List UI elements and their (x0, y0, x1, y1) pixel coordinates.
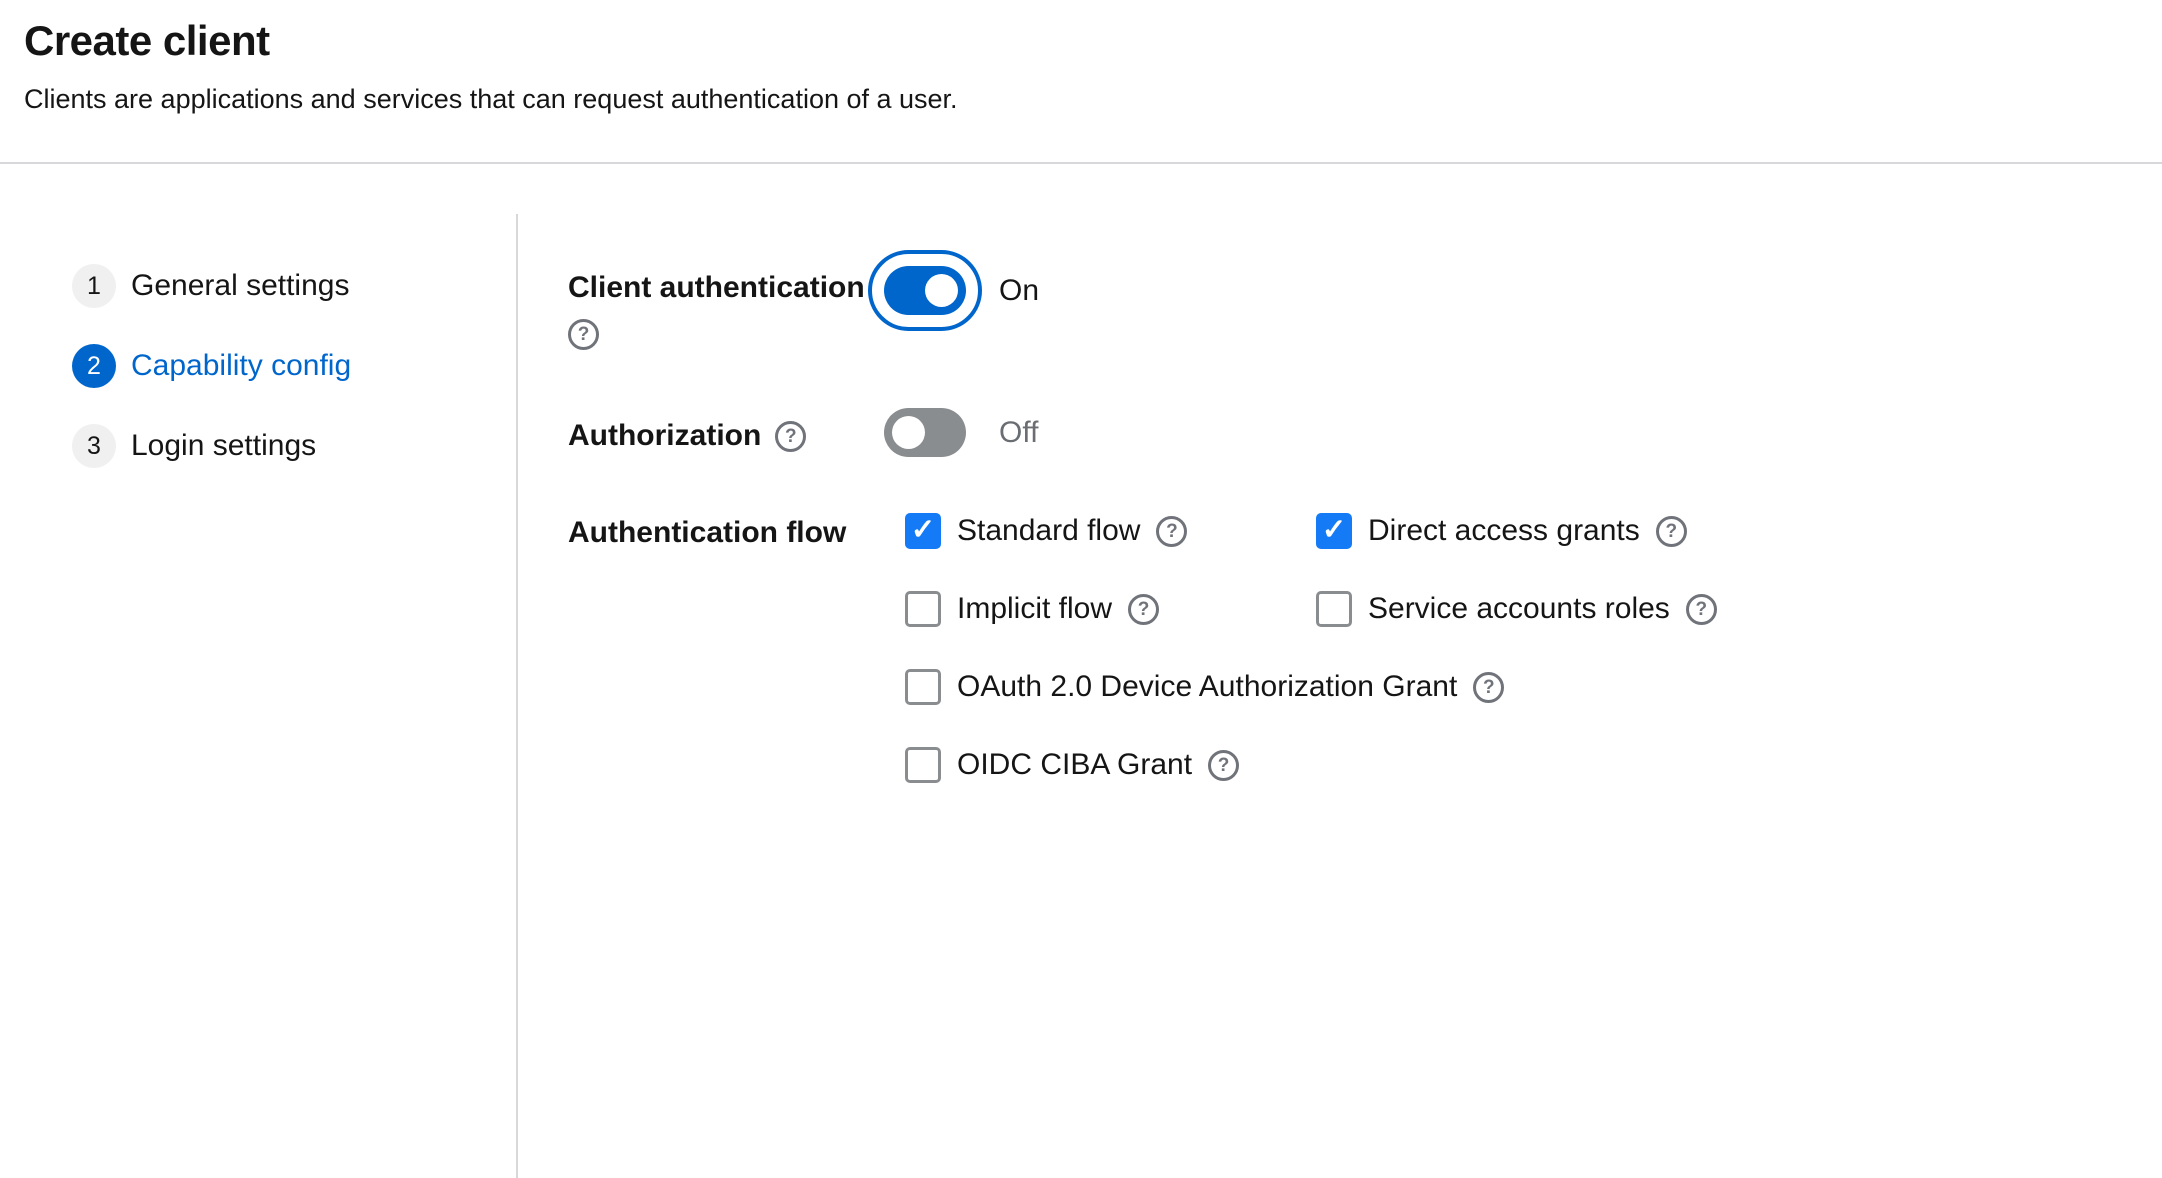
service-accounts-roles-checkbox[interactable]: ✓ (1316, 591, 1352, 627)
create-client-wizard: 1 General settings 2 Capability config 3… (0, 214, 2162, 1178)
capability-config-form: Client authentication ? On Authorization… (518, 214, 2162, 1178)
wizard-steps-nav: 1 General settings 2 Capability config 3… (0, 214, 518, 1178)
direct-access-grants-checkbox[interactable]: ✓ (1316, 513, 1352, 549)
option-oauth-device-authorization-grant[interactable]: ✓ OAuth 2.0 Device Authorization Grant ? (905, 668, 1717, 706)
option-label: OIDC CIBA Grant (957, 746, 1192, 784)
client-authentication-toggle[interactable] (884, 266, 966, 315)
option-oidc-ciba-grant[interactable]: ✓ OIDC CIBA Grant ? (905, 746, 1717, 784)
help-icon[interactable]: ? (568, 319, 599, 350)
form-row-client-authentication: Client authentication ? On (568, 249, 2162, 350)
help-icon[interactable]: ? (1128, 594, 1159, 625)
client-authentication-label-group: Client authentication ? (568, 249, 884, 350)
wizard-step-general-settings[interactable]: 1 General settings (72, 264, 516, 308)
form-row-authorization: Authorization ? Off (568, 408, 2162, 457)
authentication-flow-label: Authentication flow (568, 512, 884, 784)
standard-flow-checkbox[interactable]: ✓ (905, 513, 941, 549)
option-label: Service accounts roles (1368, 590, 1670, 628)
authentication-flow-options: ✓ Standard flow ? ✓ Direct access grants… (905, 512, 1717, 784)
client-authentication-state: On (999, 274, 1039, 308)
option-service-accounts-roles[interactable]: ✓ Service accounts roles ? (1316, 590, 1717, 628)
option-label: Standard flow (957, 512, 1140, 550)
page-title: Create client (24, 16, 2122, 66)
option-direct-access-grants[interactable]: ✓ Direct access grants ? (1316, 512, 1717, 550)
step-label: General settings (131, 269, 349, 303)
implicit-flow-checkbox[interactable]: ✓ (905, 591, 941, 627)
wizard-step-capability-config[interactable]: 2 Capability config (72, 344, 516, 388)
authorization-state: Off (999, 416, 1038, 450)
help-icon[interactable]: ? (775, 421, 806, 452)
help-icon[interactable]: ? (1686, 594, 1717, 625)
client-authentication-control: On (884, 266, 1039, 315)
client-authentication-label: Client authentication (568, 269, 884, 307)
help-icon[interactable]: ? (1473, 672, 1504, 703)
authorization-control: Off (884, 408, 1038, 457)
step-number-badge: 1 (72, 264, 116, 308)
authorization-label: Authorization (568, 417, 761, 455)
create-client-page: Create client Clients are applications a… (0, 0, 2162, 1178)
wizard-step-login-settings[interactable]: 3 Login settings (72, 424, 516, 468)
option-label: Implicit flow (957, 590, 1112, 628)
check-icon: ✓ (911, 516, 935, 545)
option-label: OAuth 2.0 Device Authorization Grant (957, 668, 1457, 706)
page-header: Create client Clients are applications a… (0, 0, 2162, 164)
authorization-label-group: Authorization ? (568, 408, 884, 457)
help-icon[interactable]: ? (1156, 516, 1187, 547)
option-standard-flow[interactable]: ✓ Standard flow ? (905, 512, 1316, 550)
toggle-knob (925, 274, 958, 307)
step-number-badge: 3 (72, 424, 116, 468)
authorization-toggle[interactable] (884, 408, 966, 457)
option-label: Direct access grants (1368, 512, 1640, 550)
help-icon[interactable]: ? (1656, 516, 1687, 547)
option-implicit-flow[interactable]: ✓ Implicit flow ? (905, 590, 1316, 628)
step-label: Capability config (131, 349, 351, 383)
help-icon[interactable]: ? (1208, 750, 1239, 781)
step-label: Login settings (131, 429, 316, 463)
toggle-knob (892, 416, 925, 449)
oauth-device-grant-checkbox[interactable]: ✓ (905, 669, 941, 705)
form-row-authentication-flow: Authentication flow ✓ Standard flow ? ✓ (568, 512, 2162, 784)
oidc-ciba-grant-checkbox[interactable]: ✓ (905, 747, 941, 783)
step-number-badge: 2 (72, 344, 116, 388)
check-icon: ✓ (1322, 516, 1346, 545)
page-description: Clients are applications and services th… (24, 82, 2122, 116)
